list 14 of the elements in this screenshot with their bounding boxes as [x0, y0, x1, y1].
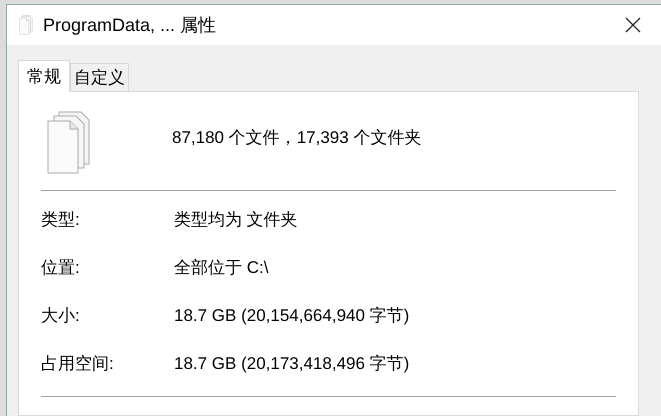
property-value: 类型均为 文件夹 [174, 209, 298, 232]
property-label: 占用空间: [41, 353, 115, 376]
summary-text: 87,180 个文件，17,393 个文件夹 [172, 127, 422, 150]
window-title: ProgramData, ... 属性 [43, 14, 216, 37]
property-value: 全部位于 C:\ [174, 257, 268, 280]
tab[interactable]: 自定义 [70, 63, 129, 91]
property-value: 18.7 GB (20,173,418,496 字节) [174, 353, 410, 376]
property-label: 类型: [41, 209, 81, 232]
property-label: 位置: [41, 257, 81, 280]
files-icon [19, 15, 35, 35]
close-button[interactable] [623, 15, 643, 35]
property-value: 18.7 GB (20,154,664,940 字节) [174, 305, 410, 328]
tab[interactable]: 常规 [18, 60, 70, 92]
property-label: 大小: [41, 305, 81, 328]
